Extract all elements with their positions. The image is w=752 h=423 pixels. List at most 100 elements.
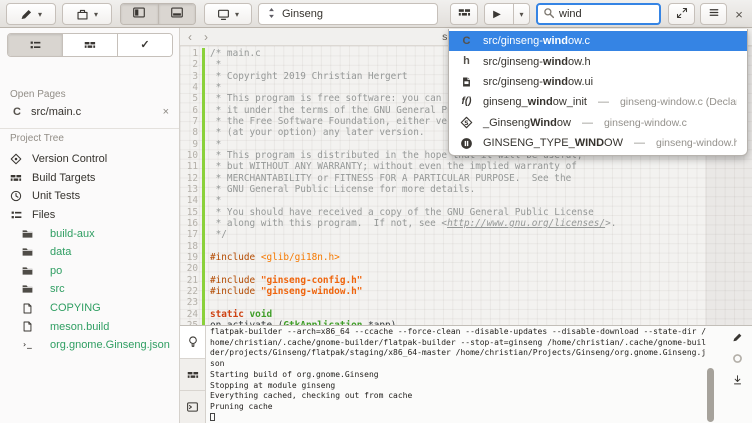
export-button[interactable]: ▾ [62, 3, 112, 25]
window-close-button[interactable]: × [730, 3, 748, 25]
search-result[interactable]: Csrc/ginseng-window.c [449, 31, 747, 51]
search-result[interactable]: f()ginseng_window_init—ginseng-window.c … [449, 92, 747, 112]
version-control-icon [9, 153, 23, 165]
line-number: 10 [180, 150, 198, 161]
struct-icon: S [459, 116, 474, 129]
menu-button[interactable] [700, 3, 727, 25]
search-result[interactable]: src/ginseng-window.ui [449, 72, 747, 92]
search-icon [543, 7, 555, 22]
bottom-panel: flatpak-builder --arch=x86_64 --ccache -… [180, 325, 752, 423]
code-line: 20 [180, 263, 752, 274]
fullscreen-button[interactable] [668, 3, 695, 25]
tree-item-label: src [50, 283, 65, 295]
sidebar-tab-2[interactable]: ✓ [117, 34, 172, 56]
open-pages-label: Open Pages [10, 89, 66, 100]
search-results-popup: Csrc/ginseng-window.chsrc/ginseng-window… [448, 29, 748, 156]
tree-item-label: org.gnome.Ginseng.json [50, 339, 170, 351]
tree-item[interactable]: ›_org.gnome.Ginseng.json [0, 336, 179, 355]
clear-button[interactable] [730, 332, 744, 343]
line-number: 11 [180, 161, 198, 172]
panel-left-icon [132, 6, 146, 22]
log-line: Starting build of org.gnome.Ginseng [210, 370, 752, 381]
tree-item-label: data [50, 246, 71, 258]
nav-forward-icon[interactable]: › [204, 30, 208, 44]
code-text: static void [205, 309, 272, 320]
bottom-panel-tab-2[interactable] [180, 390, 205, 423]
file-icon [20, 320, 34, 333]
run-options-button[interactable]: ▾ [513, 4, 529, 24]
record-button[interactable] [730, 353, 744, 364]
export-icon [76, 8, 90, 21]
updown-icon [267, 7, 276, 22]
nav-back-icon[interactable]: ‹ [188, 30, 192, 44]
pages-icon [28, 39, 42, 51]
code-text: * GNU General Public License for more de… [205, 184, 475, 195]
text-cursor [210, 413, 215, 421]
search-result-detail: ginseng-window.c [604, 117, 687, 129]
line-number: 18 [180, 241, 198, 252]
toggle-bottom-panel-button[interactable] [158, 4, 196, 24]
scroll-end-icon [730, 374, 744, 386]
line-number: 13 [180, 184, 198, 195]
line-number: 3 [180, 71, 198, 82]
search-result[interactable]: S_GinsengWindow—ginseng-window.c [449, 113, 747, 133]
run-button[interactable]: ▶ [485, 4, 509, 24]
folder-icon [20, 246, 34, 258]
line-number: 12 [180, 173, 198, 184]
tree-item[interactable]: src [0, 280, 179, 299]
tree-item[interactable]: po [0, 262, 179, 281]
close-page-button[interactable]: × [163, 106, 169, 118]
sidebar-tab-1[interactable] [62, 34, 117, 56]
open-page-row[interactable]: C src/main.c × [0, 102, 179, 122]
line-number: 23 [180, 297, 198, 308]
line-number: 7 [180, 116, 198, 127]
line-number: 2 [180, 59, 198, 70]
search-result-name: GINSENG_TYPE_WINDOW [483, 137, 623, 149]
log-line: der/projects/Ginseng/flatpak/staging/x86… [210, 348, 752, 359]
tree-item[interactable]: Version Control [0, 150, 179, 169]
tree-item[interactable]: Files [0, 206, 179, 225]
folder-icon [20, 228, 34, 240]
folder-icon [20, 283, 34, 295]
tree-item[interactable]: COPYING [0, 299, 179, 318]
tree-item[interactable]: meson.build [0, 317, 179, 336]
tree-item[interactable]: data [0, 243, 179, 262]
search-input[interactable] [559, 8, 649, 20]
code-text: * along with this program. If not, see <… [205, 218, 616, 229]
edit-mode-button[interactable]: ▾ [6, 3, 56, 25]
toggle-left-panel-button[interactable] [121, 4, 158, 24]
tree-item[interactable]: build-aux [0, 224, 179, 243]
build-pipeline-button[interactable] [450, 3, 478, 25]
log-scrollbar[interactable] [707, 368, 714, 422]
code-text [205, 241, 210, 252]
c-file-icon: C [459, 36, 474, 47]
tree-item[interactable]: Build Targets [0, 169, 179, 188]
tree-item[interactable]: Unit Tests [0, 187, 179, 206]
device-selector-button[interactable]: ▾ [204, 3, 252, 25]
bottom-panel-tab-0[interactable] [180, 326, 205, 358]
record-icon [730, 353, 744, 364]
line-number: 6 [180, 105, 198, 116]
sidebar-tab-0[interactable] [8, 34, 62, 56]
code-text: * You should have received a copy of the… [205, 207, 594, 218]
search-result[interactable]: hsrc/ginseng-window.h [449, 51, 747, 71]
project-selector[interactable]: Ginseng [258, 3, 438, 25]
log-controls [722, 326, 752, 423]
build-log[interactable]: flatpak-builder --arch=x86_64 --ccache -… [210, 327, 752, 423]
line-number: 8 [180, 127, 198, 138]
tree-item-label: po [50, 265, 62, 277]
bottom-panel-tab-1[interactable] [180, 358, 205, 391]
result-separator: — [598, 96, 609, 108]
tree-item-label: COPYING [50, 302, 101, 314]
scroll-end-button[interactable] [730, 374, 744, 386]
search-result-name: _GinsengWindow [483, 117, 571, 129]
project-tree-label: Project Tree [10, 133, 64, 144]
search-result[interactable]: GINSENG_TYPE_WINDOW—ginseng-window.h [449, 133, 747, 153]
code-line: 22#include "ginseng-window.h" [180, 286, 752, 297]
code-text: * (at your option) any later version. [205, 127, 424, 138]
line-number: 5 [180, 93, 198, 104]
project-tree: Version ControlBuild TargetsUnit TestsFi… [0, 150, 179, 355]
project-name: Ginseng [282, 8, 323, 20]
device-icon [217, 8, 231, 21]
code-line: 24static void [180, 309, 752, 320]
